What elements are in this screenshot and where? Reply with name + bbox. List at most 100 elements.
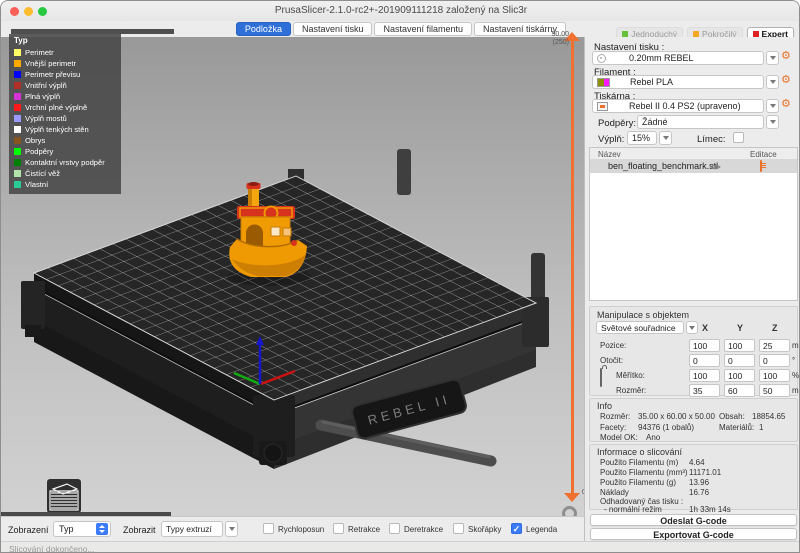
brim-checkbox[interactable] [733,132,744,143]
legend-item: Vrchní plné výplně [14,102,116,113]
color-swatch [14,126,21,133]
travel-checkbox[interactable] [263,523,274,534]
status-text: Slicování dokončeno... [9,544,95,553]
export-gcode-button[interactable]: Exportovat G-code [590,528,797,540]
coordinates-select[interactable]: Světové souřadnice [596,321,684,334]
color-swatch [14,137,21,144]
size-x-field[interactable] [689,384,720,397]
infill-dropdown-button[interactable] [659,131,672,145]
show-dropdown-button[interactable] [225,521,238,537]
size-z-field[interactable] [759,384,790,397]
uniform-scale-lock-icon[interactable] [600,368,602,387]
rotate-label: Otočit: [600,356,623,365]
color-swatch [14,93,21,100]
preset-icon [597,54,606,63]
feature-type-legend: Typ Perimetr Vnější perimetr Perimetr př… [9,34,121,194]
rotate-x-field[interactable] [689,354,720,367]
legend-checkbox[interactable]: ✓ [511,523,522,534]
view-toggle-button[interactable] [47,479,81,513]
manifold-label: Model OK: [600,433,638,442]
object-row[interactable]: ben_floating_benchmark.stl [590,160,797,173]
print-settings-dropdown-button[interactable] [766,51,779,65]
filament-used-m-value: 4.64 [689,458,705,467]
scale-unit: % [792,371,799,380]
supports-select[interactable]: Žádné [637,115,764,129]
scale-y-field[interactable] [724,369,755,382]
print-settings-select[interactable]: 0.20mm REBEL [592,51,764,65]
manifold-value: Ano [646,433,660,442]
scale-z-field[interactable] [759,369,790,382]
cost-value: 16.76 [689,488,709,497]
size-y-field[interactable] [724,384,755,397]
unretractions-checkbox[interactable] [389,523,400,534]
legend-label: Vrchní plné výplně [25,103,87,112]
filament-used-m-label: Použito Filamentu (m) [600,458,678,467]
edit-object-icon[interactable] [760,160,762,172]
view-mode-select[interactable]: Typ [53,521,111,537]
window-title: PrusaSlicer-2.1.0-rc2+-201909111218 zalo… [1,5,800,16]
chevron-down-icon [770,56,776,60]
legend-item: Perimetr převisu [14,69,116,80]
filament-select[interactable]: Rebel PLA [592,75,764,89]
position-z-field[interactable] [759,339,790,352]
chevron-down-icon [663,136,669,140]
size-unit: mm [792,386,800,395]
print-settings-gear-icon[interactable]: ⚙ [781,50,791,62]
scale-label: Měřítko: [616,371,645,380]
tab-podlozka[interactable]: Podložka [236,22,291,36]
legend-checkbox-label: Legenda [526,525,557,534]
supports-dropdown-button[interactable] [766,115,779,129]
legend-label: Vnitřní výplň [25,81,67,90]
x-axis-header: X [702,323,708,333]
infill-select[interactable]: 15% [627,131,657,145]
printer-select[interactable]: Rebel II 0.4 PS2 (upraveno) [592,99,764,113]
bed-front-corner-bolt [264,444,282,462]
color-swatch [14,71,21,78]
info-title: Info [597,401,612,411]
position-y-field[interactable] [724,339,755,352]
position-x-field[interactable] [689,339,720,352]
facets-value: 94376 (1 obalů) [638,423,694,432]
retractions-checkbox[interactable] [333,523,344,534]
position-label: Pozice: [600,341,626,350]
object-list-header: Název Editace [590,148,797,160]
filament-used-mm3-label: Použito Filamentu (mm³) [600,468,688,477]
supports-label: Podpěry: [598,118,636,129]
rotate-unit: ° [792,356,795,365]
filament-dropdown-button[interactable] [766,75,779,89]
sidebar: Nastavení tisku : 0.20mm REBEL ⚙ Filamen… [584,37,800,541]
legend-label: Čistící věž [25,169,60,178]
tab-nastaveni-filamentu[interactable]: Nastavení filamentu [374,22,472,36]
printer-dropdown-button[interactable] [766,99,779,113]
layer-slider[interactable] [571,41,574,493]
view-mode-value: Typ [59,524,74,534]
scale-x-field[interactable] [689,369,720,382]
legend-item: Vnitřní výplň [14,80,116,91]
filament-used-g-value: 13.96 [689,478,709,487]
legend-label: Perimetr převisu [25,70,80,79]
tab-nastaveni-tisku[interactable]: Nastavení tisku [293,22,373,36]
send-gcode-button[interactable]: Odeslat G-code [590,514,797,526]
select-stepper-icon [96,523,108,535]
rotate-y-field[interactable] [724,354,755,367]
shells-checkbox[interactable] [453,523,464,534]
position-unit: mm [792,341,800,350]
chevron-down-icon [770,104,776,108]
show-value: Typy extruzí [166,524,212,534]
filament-gear-icon[interactable]: ⚙ [781,74,791,86]
show-select[interactable]: Typy extruzí [161,521,223,537]
legend-item: Čistící věž [14,168,116,179]
eye-icon[interactable] [710,163,721,171]
filament-value: Rebel PLA [630,77,673,87]
object-list[interactable]: Název Editace ben_floating_benchmark.stl [589,147,798,301]
rotate-z-field[interactable] [759,354,790,367]
name-column-header: Název [598,150,621,159]
printer-gear-icon[interactable]: ⚙ [781,98,791,110]
layer-slider-bottom-handle[interactable] [564,493,580,502]
y-axis-header: Y [737,323,743,333]
filament-color-swatch [597,78,610,87]
shells-label: Skořápky [468,525,501,534]
coordinates-value: Světové souřadnice [601,323,676,333]
color-swatch [14,170,21,177]
coordinates-dropdown-button[interactable] [686,321,698,334]
